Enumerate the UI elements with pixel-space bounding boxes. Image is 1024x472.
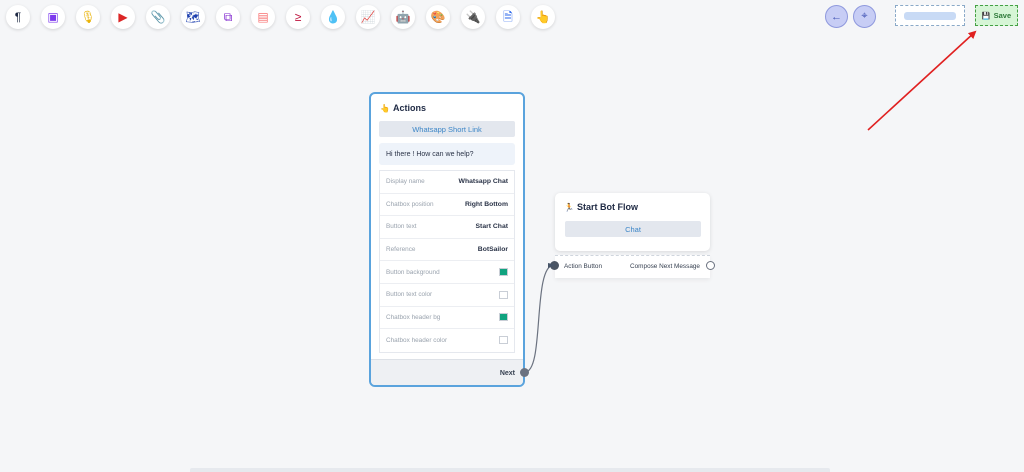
settings-row-label: Button text color — [386, 291, 433, 299]
terminal-icon: ≥ — [294, 10, 302, 24]
actions-node[interactable]: 👆 Actions Whatsapp Short Link Hi there !… — [369, 92, 525, 387]
tool-microphone-button[interactable]: 🎙 — [76, 5, 100, 29]
card-icon: ▤ — [257, 10, 269, 24]
settings-row: Display name Whatsapp Chat — [380, 171, 514, 194]
pointer-hand-icon: 👆 — [380, 103, 390, 113]
actions-title-label: Actions — [392, 103, 426, 113]
tool-plug-button[interactable]: 🔌 — [461, 5, 485, 29]
chat-button[interactable]: Chat — [565, 221, 701, 237]
tool-palette-button[interactable]: 🎨 — [426, 5, 450, 29]
greeting-message: Hi there ! How can we help? — [379, 143, 515, 165]
settings-row-value: Whatsapp Chat — [458, 178, 508, 186]
pointer-hand-icon: 👆 — [535, 10, 551, 24]
settings-row: Reference BotSailor — [380, 239, 514, 262]
actions-title: 👆 Actions — [380, 103, 426, 113]
save-label: Save — [993, 11, 1012, 20]
center-view-button[interactable]: ⌖ — [853, 5, 876, 28]
next-output-port[interactable] — [520, 368, 529, 377]
settings-row-label: Display name — [386, 178, 425, 186]
redacted-text — [904, 12, 956, 20]
chart-icon: 📈 — [360, 10, 376, 24]
tool-image-button[interactable]: ▣ — [41, 5, 65, 29]
settings-row-label: Chatbox position — [386, 200, 434, 208]
settings-row: Button text color — [380, 284, 514, 307]
flow-name-field[interactable] — [895, 5, 965, 26]
annotation-arrow — [867, 30, 977, 131]
settings-row-value: Start Chat — [475, 223, 508, 231]
settings-row: Chatbox position Right Bottom — [380, 194, 514, 217]
action-button-input-port[interactable] — [550, 261, 559, 270]
color-swatch[interactable] — [499, 336, 508, 345]
tool-youtube-button[interactable]: ▶ — [111, 5, 135, 29]
actions-footer: Next — [371, 359, 523, 385]
tool-pointer-hand-button[interactable]: 👆 — [531, 5, 555, 29]
color-swatch[interactable] — [499, 313, 508, 322]
color-swatch[interactable] — [499, 268, 508, 277]
color-swatch[interactable] — [499, 290, 508, 299]
start-node-ports: Action Button Compose Next Message — [555, 255, 710, 278]
arrow-left-icon: ← — [831, 10, 842, 23]
next-label: Next — [499, 370, 515, 377]
settings-row-label: Reference — [386, 246, 416, 254]
paragraph-icon: ¶ — [14, 10, 22, 24]
settings-row-value: BotSailor — [477, 246, 508, 254]
settings-row-value: Right Bottom — [464, 200, 508, 208]
settings-row: Button background — [380, 261, 514, 284]
tool-paperclip-button[interactable]: 📎 — [146, 5, 170, 29]
tool-paragraph-button[interactable]: ¶ — [6, 5, 30, 29]
save-button[interactable]: 💾 Save — [975, 5, 1018, 26]
floppy-disk-icon: 💾 — [981, 12, 991, 20]
tool-map-button[interactable]: 🗺 — [181, 5, 205, 29]
compose-next-port-label: Compose Next Message — [630, 263, 700, 270]
compose-next-output-port[interactable] — [706, 261, 715, 270]
plug-icon: 🔌 — [465, 10, 481, 24]
settings-table: Display name Whatsapp Chat Chatbox positio… — [379, 170, 515, 353]
tool-media-frame-button[interactable]: ⧉ — [216, 5, 240, 29]
tool-terminal-button[interactable]: ≥ — [286, 5, 310, 29]
settings-row: Chatbox header bg — [380, 307, 514, 330]
media-frame-icon: ⧉ — [223, 10, 233, 24]
settings-row-label: Button background — [386, 268, 440, 276]
settings-row-label: Button text — [386, 223, 417, 231]
microphone-icon: 🎙 — [80, 10, 96, 24]
connection-line — [524, 264, 555, 373]
settings-row-label: Chatbox header color — [386, 336, 448, 344]
tool-chart-button[interactable]: 📈 — [356, 5, 380, 29]
robot-icon: 🤖 — [395, 10, 411, 24]
tool-robot-button[interactable]: 🤖 — [391, 5, 415, 29]
youtube-icon: ▶ — [118, 10, 128, 24]
back-button[interactable]: ← — [825, 5, 848, 28]
document-icon: 🗎 — [503, 10, 513, 24]
bottom-scrollbar[interactable] — [190, 468, 830, 472]
image-icon: ▣ — [47, 10, 59, 24]
start-title: 🏃 Start Bot Flow — [564, 202, 638, 212]
tool-card-button[interactable]: ▤ — [251, 5, 275, 29]
start-title-label: Start Bot Flow — [576, 202, 638, 212]
whatsapp-short-link-button[interactable]: Whatsapp Short Link — [379, 121, 515, 137]
crosshair-icon: ⌖ — [861, 10, 868, 22]
settings-row: Button text Start Chat — [380, 216, 514, 239]
running-person-icon: 🏃 — [564, 202, 574, 212]
palette-icon: 🎨 — [430, 10, 446, 24]
action-button-port-label: Action Button — [564, 263, 603, 270]
tool-drop-button[interactable]: 💧 — [321, 5, 345, 29]
start-bot-flow-node[interactable]: 🏃 Start Bot Flow Chat — [555, 193, 710, 251]
settings-row-label: Chatbox header bg — [386, 313, 441, 321]
map-icon: 🗺 — [185, 10, 201, 24]
paperclip-icon: 📎 — [150, 10, 166, 24]
tool-document-button[interactable]: 🗎 — [496, 5, 520, 29]
element-toolbar: ¶ ▣ 🎙 ▶ 📎 🗺 ⧉ ▤ ≥ 💧 📈 🤖 🎨 🔌 🗎 👆 — [6, 5, 555, 29]
drop-icon: 💧 — [325, 10, 341, 24]
settings-row: Chatbox header color — [380, 329, 514, 352]
